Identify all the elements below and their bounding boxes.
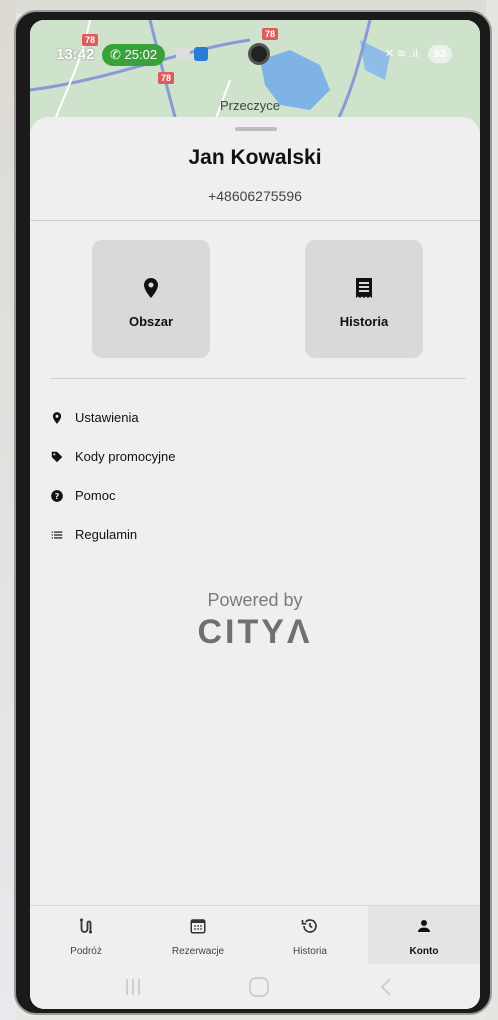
nav-item-account[interactable]: Konto	[368, 906, 480, 964]
user-phone: +48606275596	[208, 188, 302, 204]
home-icon[interactable]	[248, 977, 270, 997]
menu-item-help[interactable]: ? Pomoc	[50, 486, 350, 508]
map-place-label: Przeczyce	[220, 98, 280, 113]
signal-icon: ✕ ≋ .ıl	[384, 48, 418, 60]
route-icon	[80, 918, 92, 934]
menu-item-label: Pomoc	[75, 488, 116, 503]
history-icon	[301, 919, 317, 933]
menu-item-label: Ustawienia	[75, 410, 139, 425]
svg-text:?: ?	[55, 491, 60, 501]
area-tile-label: Obszar	[128, 314, 174, 329]
app-notification-icon	[194, 47, 208, 61]
nav-item-trip[interactable]: Podróż	[30, 906, 142, 964]
call-timer: 25:02	[124, 47, 158, 62]
history-tile-label: Historia	[339, 314, 389, 329]
nav-label: Rezerwacje	[171, 946, 225, 957]
screen: 78 78 78 Przeczyce 13:42 ✆ 25:02 ✕ ≋ .ıl…	[30, 20, 480, 1009]
nav-label: Konto	[409, 946, 439, 957]
menu-item-label: Kody promocyjne	[75, 449, 176, 464]
tag-icon	[51, 451, 63, 463]
road-number-badge: 78	[158, 72, 175, 84]
divider	[50, 378, 466, 379]
area-tile-button[interactable]: Obszar	[92, 240, 210, 358]
call-indicator[interactable]: ✆ 25:02	[102, 44, 166, 66]
battery-indicator: 93	[427, 45, 452, 63]
phone-frame: 78 78 78 Przeczyce 13:42 ✆ 25:02 ✕ ≋ .ıl…	[14, 10, 492, 1015]
nav-item-reservations[interactable]: Rezerwacje	[142, 906, 254, 964]
divider	[30, 220, 480, 221]
sheet-grabber[interactable]	[235, 127, 277, 131]
status-time: 13:42	[56, 46, 95, 63]
location-pin-icon	[52, 412, 62, 424]
receipt-icon	[356, 278, 372, 298]
menu-item-terms[interactable]: Regulamin	[50, 525, 350, 547]
calendar-icon	[190, 919, 206, 934]
brand-logo: CITYΛ	[197, 613, 313, 651]
status-bar: 13:42 ✆ 25:02 ✕ ≋ .ıl 93	[30, 42, 480, 68]
road-number-badge: 78	[262, 28, 279, 40]
history-tile-button[interactable]: Historia	[305, 240, 423, 358]
user-name: Jan Kowalski	[188, 146, 322, 169]
back-icon[interactable]	[376, 977, 398, 997]
menu-item-settings[interactable]: Ustawienia	[50, 408, 350, 430]
account-sheet: Jan Kowalski +48606275596 Obszar Histori…	[30, 117, 480, 1009]
person-icon	[418, 920, 430, 932]
notification-icon	[176, 47, 190, 61]
location-pin-icon	[144, 278, 158, 298]
nav-item-history[interactable]: Historia	[254, 906, 366, 964]
help-icon: ?	[51, 490, 63, 502]
nav-label: Podróż	[70, 946, 102, 957]
menu-item-promo-codes[interactable]: Kody promocyjne	[50, 447, 350, 469]
list-icon	[51, 531, 63, 539]
powered-by-text: Powered by	[207, 590, 303, 610]
system-navigation-bar	[30, 965, 480, 1009]
recent-apps-icon[interactable]	[122, 977, 144, 997]
phone-icon: ✆	[110, 47, 125, 62]
nav-label: Historia	[293, 946, 327, 957]
bottom-navigation: Podróż Rezerwacje Historia Konto	[30, 905, 480, 965]
front-camera	[248, 43, 270, 65]
menu-item-label: Regulamin	[75, 527, 138, 542]
